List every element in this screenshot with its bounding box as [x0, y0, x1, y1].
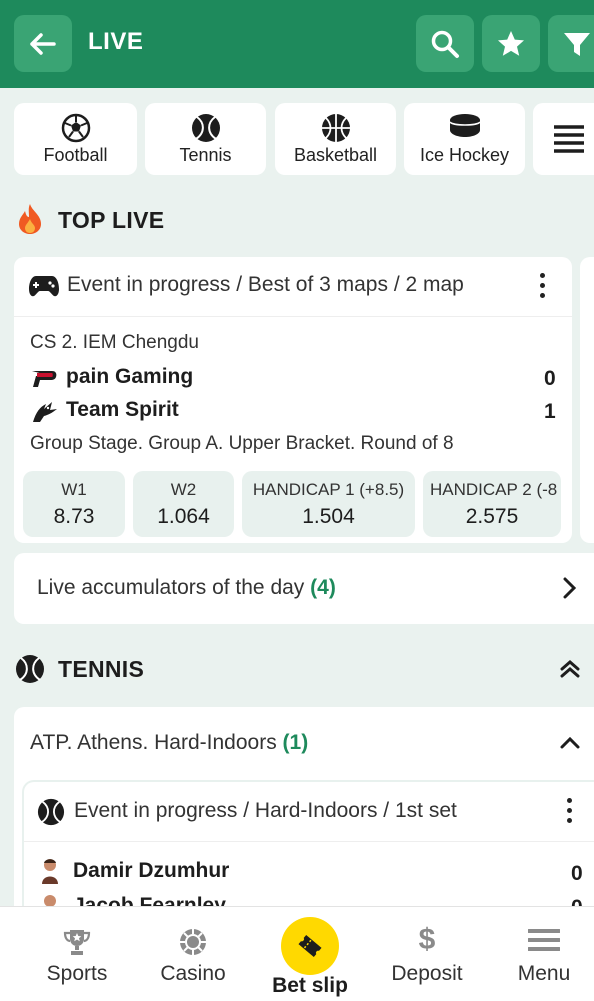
fire-icon	[19, 204, 41, 234]
more-options-icon[interactable]	[567, 798, 573, 828]
odd-value: 2.575	[465, 505, 519, 528]
favorites-button[interactable]	[482, 15, 540, 72]
player1-name: Damir Dzumhur	[73, 859, 230, 882]
tennis-event-card[interactable]: Event in progress / Hard-Indoors / 1st s…	[24, 782, 594, 920]
back-button[interactable]	[14, 15, 72, 72]
sport-tab-label: Ice Hockey	[419, 145, 510, 165]
nav-label: Sports	[46, 962, 108, 985]
accumulators-label: Live accumulators of the day (4)	[37, 576, 336, 599]
odd-value: 1.504	[302, 505, 355, 528]
trophy-icon	[63, 930, 91, 955]
player-avatar-icon	[42, 859, 58, 884]
team2-name: Team Spirit	[66, 398, 179, 421]
nav-bet-slip[interactable]: Bet slip	[263, 907, 357, 1001]
chevron-right-icon	[563, 577, 577, 599]
soccer-ball-icon	[61, 113, 90, 143]
event-status: Event in progress / Hard-Indoors / 1st s…	[74, 799, 457, 822]
top-bar: LIVE	[0, 0, 594, 88]
odd-button-handicap1[interactable]: HANDICAP 1 (+8.5) 1.504	[242, 471, 415, 537]
sport-tab-football[interactable]: Football	[14, 103, 137, 175]
nav-menu[interactable]: Menu	[497, 907, 591, 1001]
odd-value: 1.064	[157, 505, 210, 528]
collapse-icon[interactable]	[559, 659, 581, 679]
player1-score: 0	[571, 862, 583, 885]
live-accumulators-row[interactable]: Live accumulators of the day (4)	[14, 553, 594, 624]
odd-label: W1	[61, 480, 87, 499]
team-logo-icon	[33, 402, 57, 422]
nav-label: Bet slip	[272, 974, 348, 997]
bet-slip-badge	[281, 917, 339, 975]
tennis-ball-icon	[16, 655, 44, 683]
tennis-ball-icon	[191, 114, 220, 142]
more-options-icon[interactable]	[540, 273, 546, 303]
odd-label: HANDICAP 1 (+8.5)	[252, 480, 405, 499]
gamepad-icon	[29, 276, 59, 297]
league-header[interactable]: ATP. Athens. Hard-Indoors (1)	[30, 731, 308, 755]
event-card-next[interactable]	[580, 257, 594, 543]
odd-label: W2	[170, 480, 197, 499]
team2-score: 1	[544, 400, 556, 423]
hockey-puck-icon	[448, 114, 481, 137]
sport-tab-label: Basketball	[293, 145, 378, 165]
list-icon	[554, 125, 584, 153]
casino-chip-icon	[180, 929, 206, 955]
sport-tab-tennis[interactable]: Tennis	[145, 103, 266, 175]
tennis-ball-icon	[37, 798, 65, 826]
sport-tab-label: Tennis	[179, 145, 232, 165]
odd-value: 8.73	[53, 505, 95, 528]
all-sports-button[interactable]	[533, 103, 594, 175]
league-name: CS 2. IEM Chengdu	[30, 332, 199, 353]
nav-label: Menu	[517, 962, 571, 985]
sport-tab-basketball[interactable]: Basketball	[275, 103, 396, 175]
team1-name: pain Gaming	[66, 365, 194, 388]
filter-button[interactable]	[548, 15, 594, 72]
search-icon	[431, 30, 459, 58]
filter-icon	[564, 32, 590, 56]
tennis-section-title: TENNIS	[58, 656, 145, 682]
dollar-icon: $	[418, 923, 436, 956]
odd-button-handicap2[interactable]: HANDICAP 2 (-8 2.575	[423, 471, 561, 537]
team-logo-icon	[32, 371, 57, 387]
hamburger-menu-icon	[528, 929, 560, 951]
sport-tab-label: Football	[43, 145, 108, 165]
sport-tab-ice-hockey[interactable]: Ice Hockey	[404, 103, 525, 175]
chevron-up-icon[interactable]	[559, 736, 581, 750]
event-status: Event in progress / Best of 3 maps / 2 m…	[67, 273, 464, 296]
nav-sports[interactable]: Sports	[30, 907, 124, 1001]
nav-label: Casino	[160, 962, 226, 985]
page-title: LIVE	[88, 28, 144, 55]
divider	[14, 316, 572, 317]
top-live-title: TOP LIVE	[58, 207, 165, 233]
divider	[24, 841, 594, 842]
star-icon	[498, 30, 524, 56]
ticket-icon	[298, 934, 322, 958]
arrow-left-icon	[30, 32, 56, 55]
nav-casino[interactable]: Casino	[146, 907, 240, 1001]
odd-button-w2[interactable]: W2 1.064	[133, 471, 234, 537]
bottom-navigation: Sports Casino Bet slip $ Deposit Menu	[0, 906, 594, 1001]
nav-deposit[interactable]: $ Deposit	[380, 907, 474, 1001]
event-stage: Group Stage. Group A. Upper Bracket. Rou…	[30, 433, 454, 454]
odd-label: HANDICAP 2 (-8	[430, 480, 558, 499]
search-button[interactable]	[416, 15, 474, 72]
team1-score: 0	[544, 367, 556, 390]
odd-button-w1[interactable]: W1 8.73	[23, 471, 125, 537]
nav-label: Deposit	[391, 962, 463, 985]
basketball-icon	[321, 114, 350, 142]
